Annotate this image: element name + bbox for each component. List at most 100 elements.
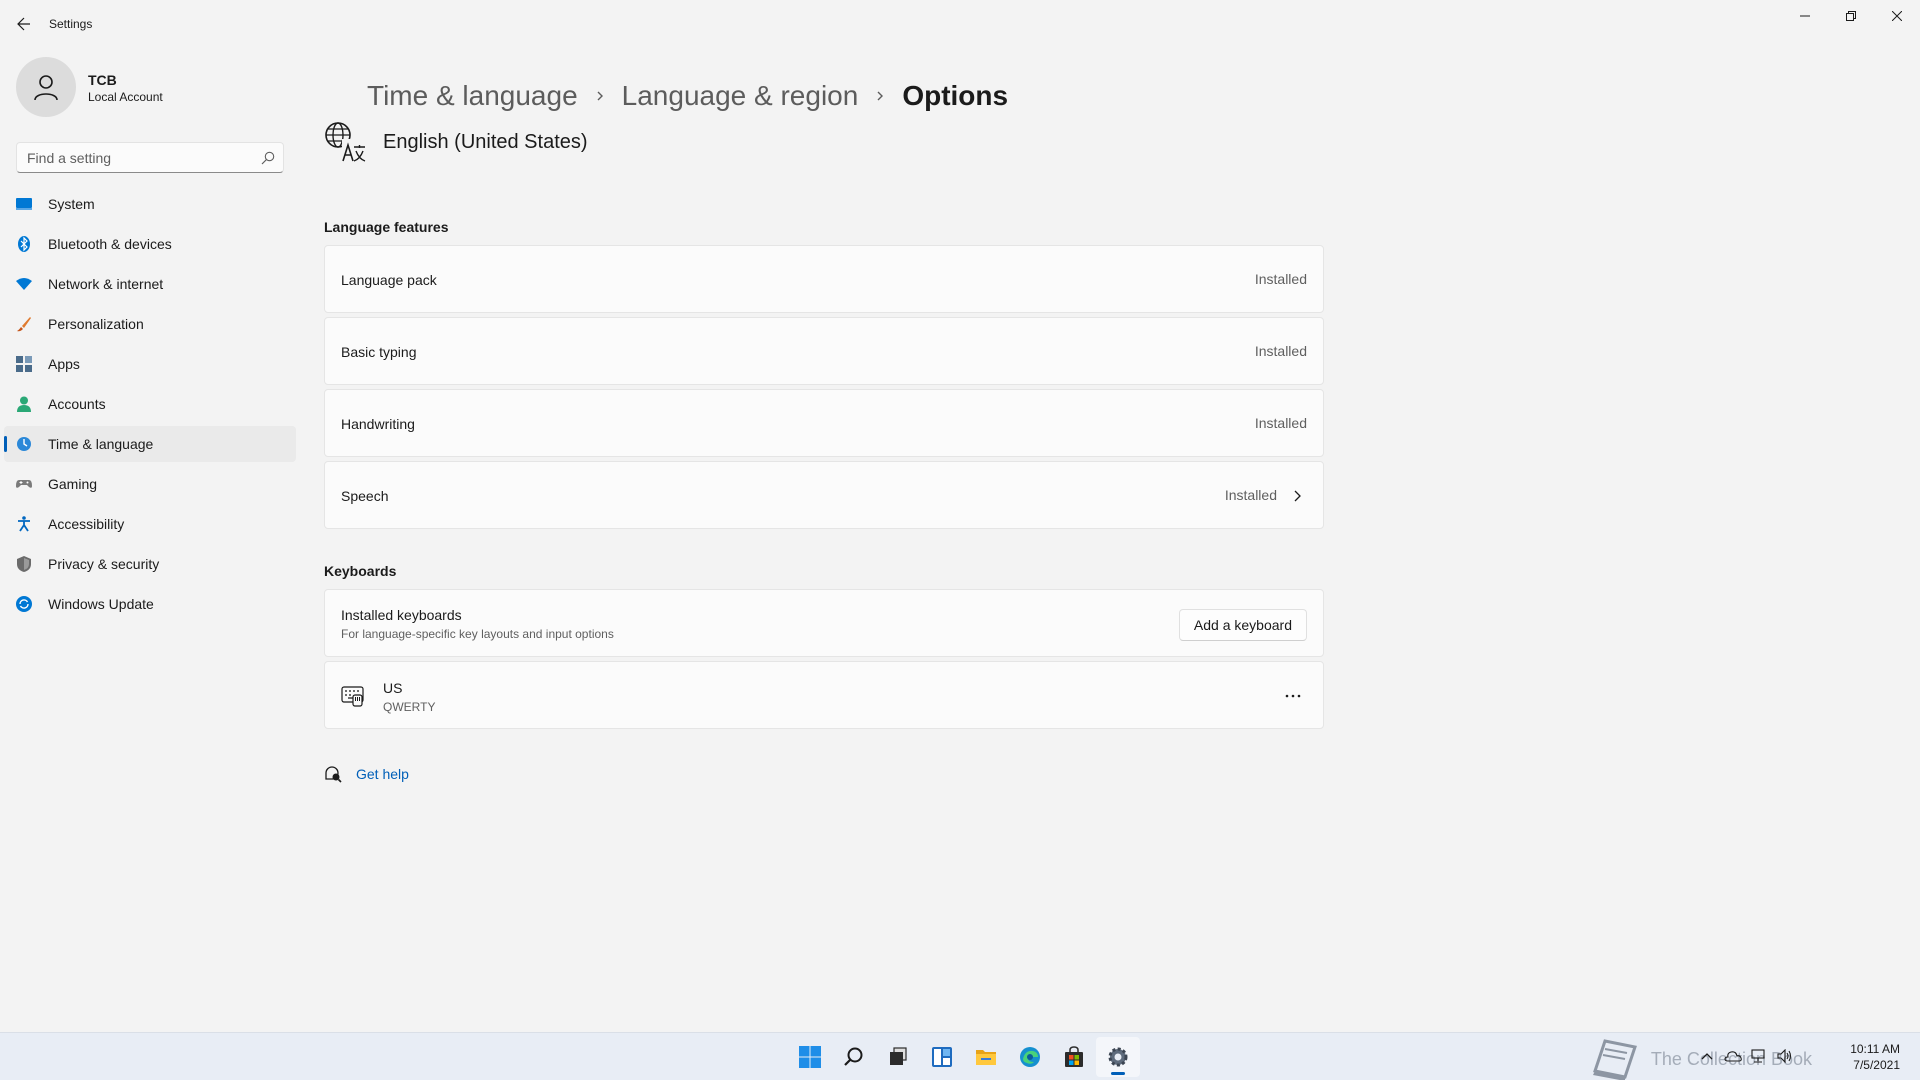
taskbar-start[interactable] xyxy=(788,1037,832,1077)
user-name: TCB xyxy=(88,72,117,88)
search-icon[interactable] xyxy=(260,150,276,166)
sidebar-item-label: Time & language xyxy=(48,436,154,452)
taskbar-search[interactable] xyxy=(832,1037,876,1077)
close-button[interactable] xyxy=(1874,0,1920,32)
taskbar-edge[interactable] xyxy=(1008,1037,1052,1077)
account-type: Local Account xyxy=(88,90,163,104)
keyboard-layout-name: US xyxy=(383,680,403,696)
gamepad-icon xyxy=(16,480,32,488)
sidebar-item-accessibility[interactable]: Accessibility xyxy=(4,506,296,542)
minimize-icon xyxy=(1800,15,1810,17)
tray-onedrive[interactable] xyxy=(1724,1047,1742,1065)
sidebar-item-personalization[interactable]: Personalization xyxy=(4,306,296,342)
sidebar-item-windows-update[interactable]: Windows Update xyxy=(4,586,296,622)
chevron-right-icon xyxy=(578,90,622,102)
minimize-button[interactable] xyxy=(1782,0,1828,32)
accessibility-icon xyxy=(18,516,30,532)
taskbar-task-view[interactable] xyxy=(876,1037,920,1077)
status-text: Installed xyxy=(1254,415,1307,431)
tray-volume[interactable] xyxy=(1776,1047,1794,1065)
clock-date: 7/5/2021 xyxy=(1853,1058,1900,1072)
speech-row[interactable]: Speech Installed xyxy=(324,461,1324,529)
update-icon xyxy=(16,596,32,612)
sidebar-item-gaming[interactable]: Gaming xyxy=(4,466,296,502)
restore-button[interactable] xyxy=(1828,0,1874,32)
back-arrow-icon xyxy=(17,17,30,31)
status-text: Installed xyxy=(1254,343,1307,359)
sidebar-item-label: Accounts xyxy=(48,396,106,412)
taskbar-store[interactable] xyxy=(1052,1037,1096,1077)
get-help[interactable]: Get help xyxy=(324,762,409,786)
sidebar-item-time-language[interactable]: Time & language xyxy=(4,426,296,462)
more-icon xyxy=(1285,694,1301,698)
status-text: Installed xyxy=(1224,487,1277,503)
sidebar-item-label: Network & internet xyxy=(48,276,164,292)
installed-keyboards-subtitle: For language-specific key layouts and in… xyxy=(341,627,614,641)
tray-overflow[interactable] xyxy=(1698,1047,1716,1065)
apps-icon xyxy=(16,356,32,372)
sidebar-item-label: Privacy & security xyxy=(48,556,160,572)
more-options-button[interactable] xyxy=(1277,680,1309,712)
sidebar-item-label: Accessibility xyxy=(48,516,125,532)
keyboard-layout-type: QWERTY xyxy=(383,700,436,714)
task-view-icon xyxy=(890,1047,907,1065)
installed-keyboards-title: Installed keyboards xyxy=(341,607,462,623)
taskbar-apps xyxy=(788,1037,1140,1077)
tray-network[interactable] xyxy=(1750,1047,1768,1065)
sidebar-item-label: Personalization xyxy=(48,316,144,332)
add-keyboard-button[interactable]: Add a keyboard xyxy=(1178,609,1307,641)
taskbar-file-explorer[interactable] xyxy=(964,1037,1008,1077)
language-icon xyxy=(325,122,366,162)
windows-start-icon xyxy=(799,1046,821,1068)
globe-clock-icon xyxy=(17,437,31,451)
widgets-icon xyxy=(932,1047,952,1067)
sidebar-nav: System Bluetooth & devices Network & int… xyxy=(4,186,296,626)
person-icon xyxy=(34,75,58,101)
sidebar-item-label: Bluetooth & devices xyxy=(48,236,172,252)
basic-typing-row[interactable]: Basic typing Installed xyxy=(324,317,1324,385)
search-icon xyxy=(844,1047,863,1066)
get-help-link[interactable]: Get help xyxy=(356,766,409,782)
restore-icon xyxy=(1846,11,1856,21)
feature-title: Basic typing xyxy=(341,344,417,360)
breadcrumb-language-region[interactable]: Language & region xyxy=(622,80,859,112)
sidebar-item-network[interactable]: Network & internet xyxy=(4,266,296,302)
clock-time: 10:11 AM xyxy=(1850,1042,1900,1056)
bluetooth-icon xyxy=(18,236,30,252)
feature-title: Speech xyxy=(341,488,389,504)
accounts-person-icon xyxy=(17,396,31,412)
sidebar-item-label: Apps xyxy=(48,356,80,372)
brush-icon xyxy=(17,317,31,332)
sidebar-item-accounts[interactable]: Accounts xyxy=(4,386,296,422)
page-title: Options xyxy=(902,80,1009,111)
search-input[interactable] xyxy=(27,149,247,167)
title-bar: Settings xyxy=(0,0,1920,48)
close-icon xyxy=(1892,11,1902,21)
system-tray xyxy=(1698,1047,1794,1065)
system-icon xyxy=(16,198,32,210)
section-heading-language-features: Language features xyxy=(324,219,449,235)
taskbar: The Collection Book 10:11 AM 7/5/2021 xyxy=(0,1032,1920,1080)
book-logo-icon xyxy=(1592,1039,1637,1080)
sidebar-item-privacy[interactable]: Privacy & security xyxy=(4,546,296,582)
sidebar-item-system[interactable]: System xyxy=(4,186,296,222)
volume-icon xyxy=(1777,1049,1792,1063)
sidebar-item-bluetooth[interactable]: Bluetooth & devices xyxy=(4,226,296,262)
language-pack-row[interactable]: Language pack Installed xyxy=(324,245,1324,313)
search-box[interactable] xyxy=(16,142,284,173)
taskbar-clock[interactable]: 10:11 AM 7/5/2021 xyxy=(1850,1041,1900,1073)
taskbar-settings[interactable] xyxy=(1096,1037,1140,1077)
sidebar-item-label: Windows Update xyxy=(48,596,154,612)
shield-icon xyxy=(17,556,31,572)
taskbar-widgets[interactable] xyxy=(920,1037,964,1077)
app-title: Settings xyxy=(49,17,93,31)
user-profile[interactable]: TCB Local Account xyxy=(16,56,286,120)
handwriting-row[interactable]: Handwriting Installed xyxy=(324,389,1324,457)
language-name: English (United States) xyxy=(383,130,588,153)
file-explorer-icon xyxy=(976,1050,996,1065)
chevron-right-icon xyxy=(1294,490,1301,502)
back-button[interactable] xyxy=(10,10,38,38)
chevron-right-icon xyxy=(858,90,902,102)
sidebar-item-apps[interactable]: Apps xyxy=(4,346,296,382)
breadcrumb-time-language[interactable]: Time & language xyxy=(367,80,578,112)
